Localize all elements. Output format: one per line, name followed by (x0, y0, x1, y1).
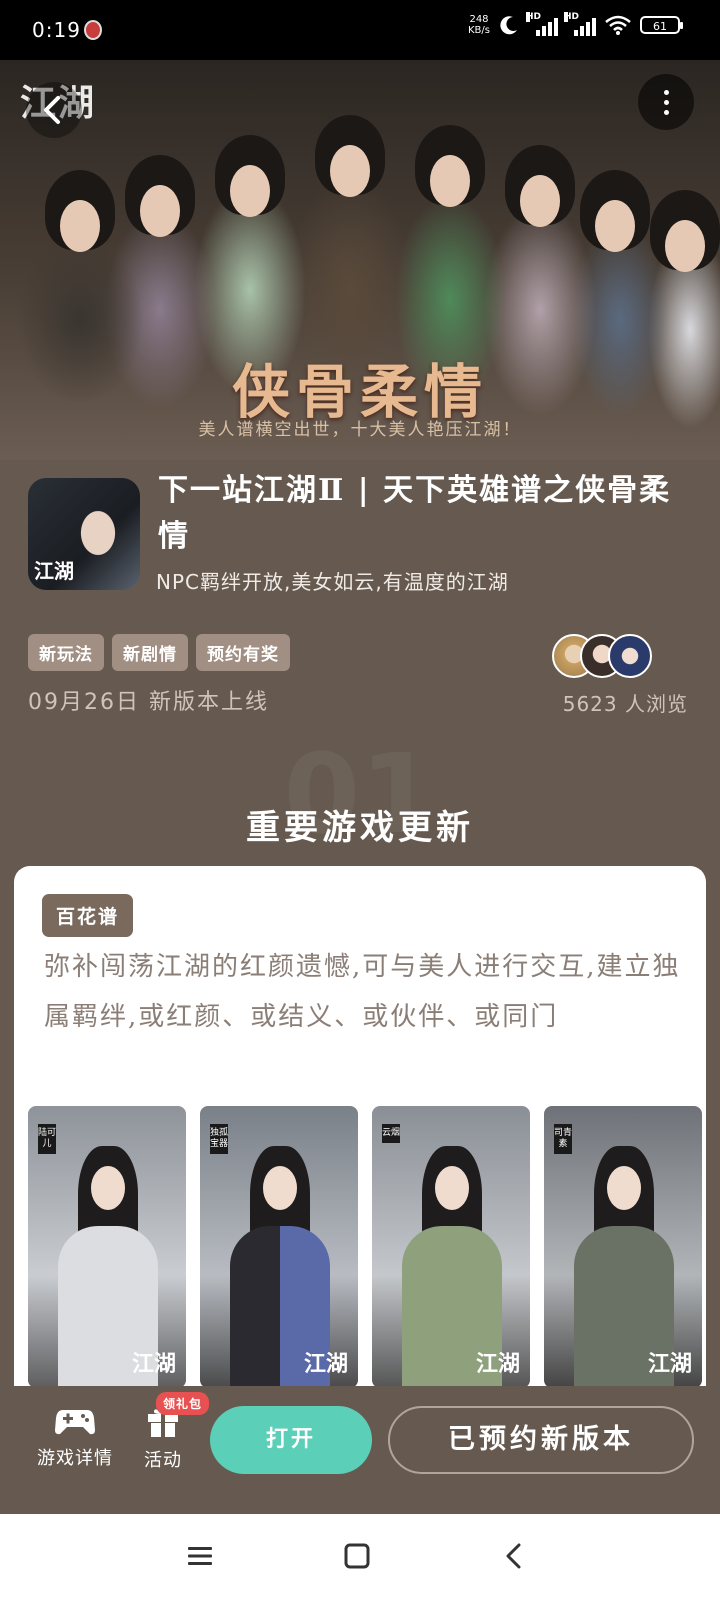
bottom-action-bar: 游戏详情 活动 领礼包 打开 已预约新版本 (0, 1386, 720, 1514)
status-time: 0:19 (32, 18, 81, 42)
hd-label-2: HD (564, 12, 580, 22)
character-name: 司青素 (554, 1124, 572, 1154)
net-speed-unit: KB/s (468, 25, 490, 36)
update-card: 百花谱 弥补闯荡江湖的红颜遗憾,可与美人进行交互,建立独属羁绊,或红颜、或结义、… (14, 866, 706, 1386)
character-card[interactable]: 独孤宝器 江湖 (200, 1106, 358, 1386)
reserved-version-button[interactable]: 已预约新版本 (388, 1406, 694, 1474)
more-vert-icon (664, 90, 669, 95)
banner-figure-face (60, 200, 100, 252)
banner-figure-face (430, 155, 470, 207)
activity-button[interactable]: 活动 (138, 1406, 188, 1472)
signal-icon-2: HD (564, 12, 596, 36)
hd-label-1: HD (526, 12, 542, 22)
banner-subtitle: 美人谱横空出世，十大美人艳压江湖！ (198, 420, 522, 440)
hero-banner: 江湖 侠骨柔情 美人谱横空出世，十大美人艳压江湖！ (0, 60, 720, 460)
more-vert-dot (664, 110, 669, 115)
net-speed: 248 KB/s (468, 14, 490, 36)
tag-list: 新玩法 新剧情 预约有奖 (28, 634, 290, 671)
character-figure-face (435, 1166, 469, 1210)
moon-icon (500, 16, 517, 35)
back-chevron-icon[interactable] (500, 1542, 528, 1570)
character-card[interactable]: 司青素 江湖 (544, 1106, 702, 1386)
banner-figure-face (595, 200, 635, 252)
character-logo: 江湖 (303, 1351, 348, 1377)
banner-figure-face (665, 220, 705, 272)
notification-app-icon (84, 20, 102, 40)
game-details-label: 游戏详情 (37, 1448, 113, 1469)
viewer-avatars (552, 634, 662, 680)
back-button[interactable] (26, 82, 82, 138)
card-description: 弥补闯荡江湖的红颜遗憾,可与美人进行交互,建立独属羁绊,或红颜、或结义、或伙伴、… (44, 952, 681, 1032)
status-bar: 0:19 248 KB/s HD HD 61 (0, 0, 720, 60)
tag-new-story: 新剧情 (112, 634, 188, 671)
wifi-icon (605, 15, 631, 35)
avatar (608, 634, 652, 678)
character-card[interactable]: 云烟 江湖 (372, 1106, 530, 1386)
character-name: 独孤宝器 (210, 1124, 228, 1154)
status-indicators: 248 KB/s HD HD 61 (468, 12, 683, 36)
game-details-button[interactable]: 游戏详情 (30, 1406, 120, 1470)
character-gallery[interactable]: 陆可儿 江湖 独孤宝器 江湖 云烟 江湖 司青素 江湖 (28, 1106, 702, 1386)
system-navigation-bar (0, 1514, 720, 1600)
character-figure-face (607, 1166, 641, 1210)
activity-label: 活动 (144, 1450, 182, 1471)
character-logo: 江湖 (475, 1351, 520, 1377)
app-description: NPC羁绊开放,美女如云,有温度的江湖 (156, 570, 509, 594)
banner-figure-face (520, 175, 560, 227)
banner-figure-face (140, 185, 180, 237)
release-date: 09月26日 新版本上线 (28, 690, 269, 715)
gift-badge: 领礼包 (156, 1392, 210, 1415)
character-figure-face (263, 1166, 297, 1210)
net-speed-value: 248 (469, 14, 489, 25)
tag-new-gameplay: 新玩法 (28, 634, 104, 671)
character-logo: 江湖 (131, 1351, 176, 1377)
app-icon: 江湖 (28, 478, 140, 590)
viewer-count: 5623 人浏览 (562, 692, 688, 716)
more-button[interactable] (638, 74, 694, 130)
character-name: 陆可儿 (38, 1124, 56, 1154)
menu-icon[interactable] (186, 1542, 214, 1570)
character-figure-face (91, 1166, 125, 1210)
banner-figure-face (330, 145, 370, 197)
battery-icon: 61 (640, 16, 683, 34)
open-button[interactable]: 打开 (210, 1406, 372, 1474)
home-square-icon[interactable] (343, 1542, 371, 1570)
tag-reserve-reward: 预约有奖 (196, 634, 290, 671)
more-vert-dot (664, 100, 669, 105)
back-icon (44, 96, 60, 124)
app-icon-text: 江湖 (34, 559, 74, 583)
card-tag: 百花谱 (42, 894, 134, 937)
gamepad-icon (55, 1410, 95, 1435)
character-logo: 江湖 (647, 1351, 692, 1377)
section-title: 重要游戏更新 (246, 808, 474, 848)
character-card[interactable]: 陆可儿 江湖 (28, 1106, 186, 1386)
banner-figure-face (230, 165, 270, 217)
app-name: 下一站江湖Ⅱ | 天下英雄谱之侠骨柔情 (158, 473, 672, 554)
character-name: 云烟 (382, 1124, 400, 1143)
signal-icon-1: HD (526, 12, 558, 36)
